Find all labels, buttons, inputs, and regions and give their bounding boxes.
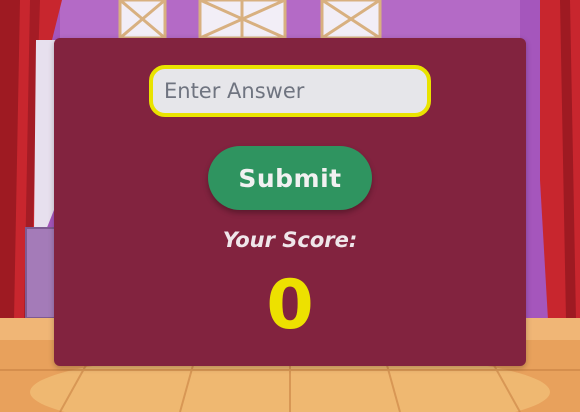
score-value: 0	[266, 266, 314, 345]
submit-button[interactable]: Submit	[208, 146, 372, 210]
game-panel: Submit Your Score: 0	[54, 38, 526, 366]
window-right	[320, 0, 382, 40]
window-center	[198, 0, 287, 40]
score-label: Your Score:	[222, 228, 358, 252]
window-left	[118, 0, 167, 40]
game-scene: Submit Your Score: 0	[0, 0, 580, 412]
answer-input[interactable]	[149, 65, 431, 117]
